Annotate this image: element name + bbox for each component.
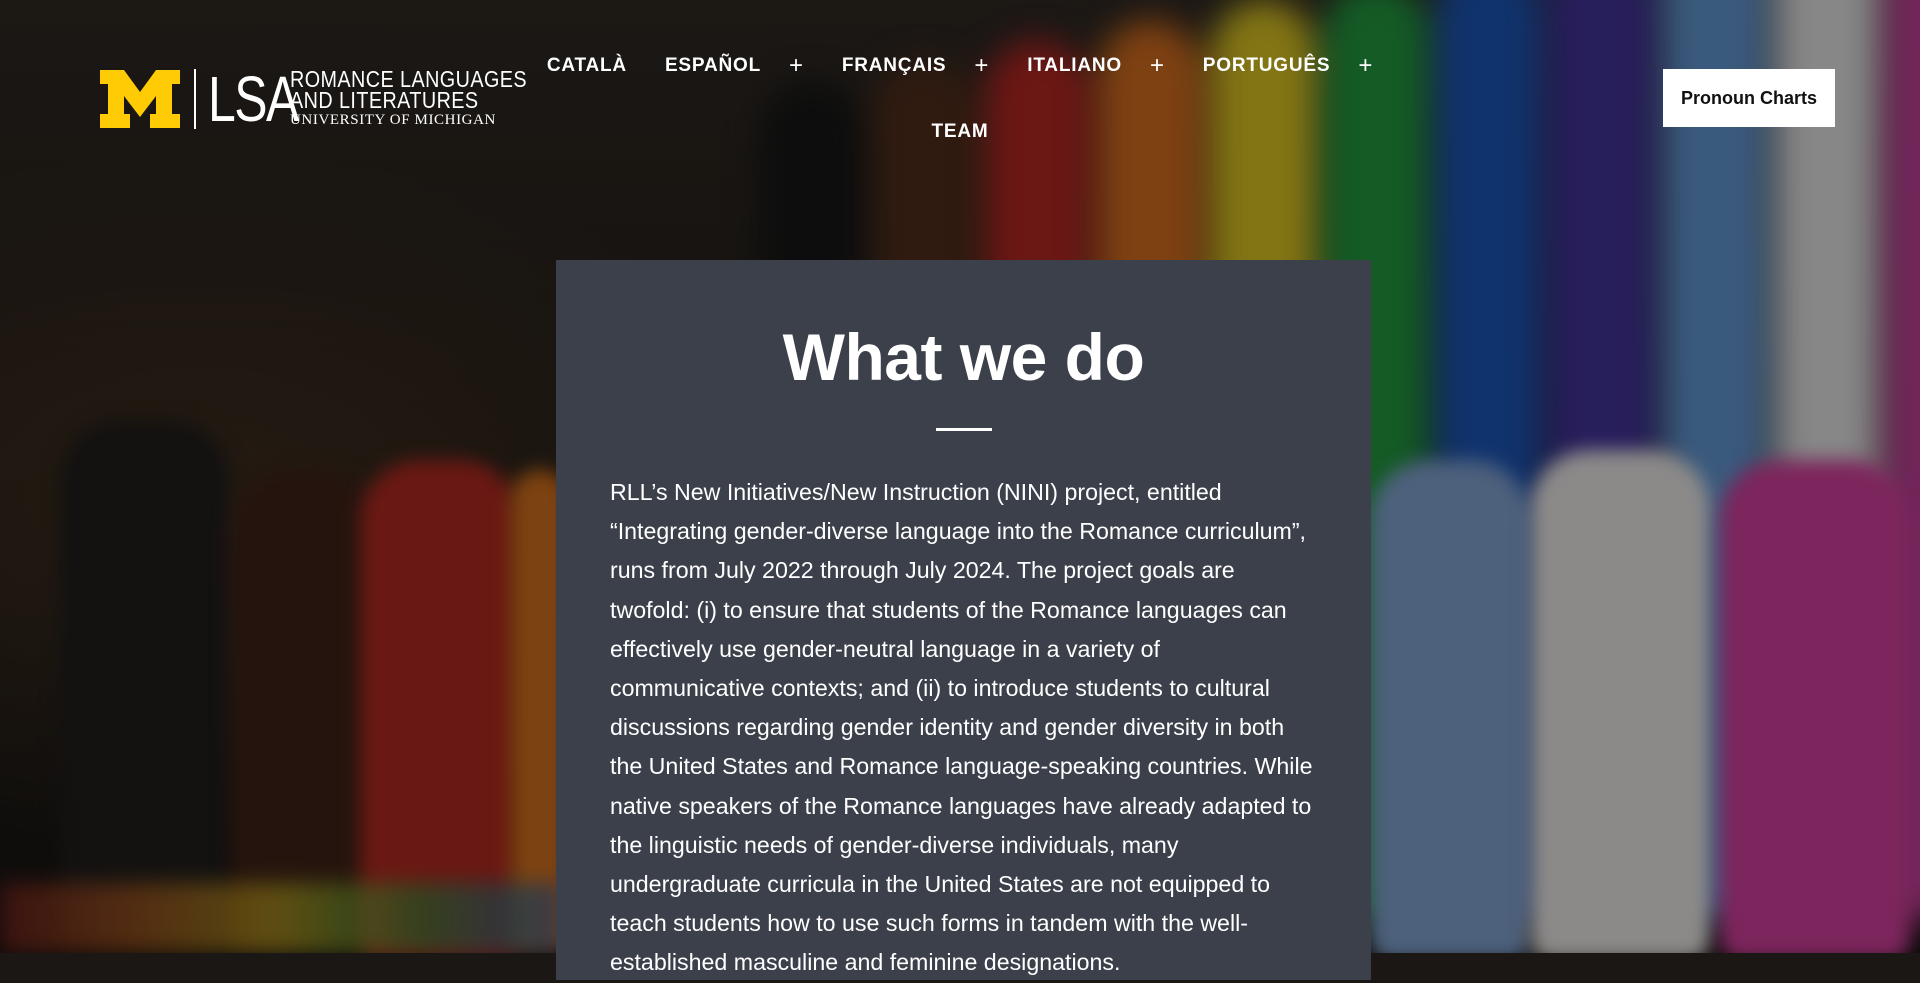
logo-department-name: ROMANCE LANGUAGES AND LITERATURES UNIVER… bbox=[290, 68, 566, 129]
nav-item-catala[interactable]: CATALÀ bbox=[547, 55, 627, 77]
title-divider bbox=[935, 428, 992, 431]
plus-icon[interactable]: + bbox=[1358, 54, 1373, 78]
nav-item-francais[interactable]: FRANÇAIS + bbox=[842, 54, 989, 78]
logo-lsa-wordmark: LSA bbox=[208, 63, 299, 135]
nav-item-italiano[interactable]: ITALIANO + bbox=[1027, 54, 1165, 78]
logo-line-3: UNIVERSITY OF MICHIGAN bbox=[290, 112, 496, 128]
section-title: What we do bbox=[782, 320, 1145, 394]
nav-item-label: CATALÀ bbox=[546, 55, 627, 76]
block-m-logo bbox=[100, 70, 180, 128]
main-navigation: CATALÀ ESPAÑOL + FRANÇAIS + ITALIANO + P… bbox=[530, 48, 1390, 150]
block-m-shape bbox=[100, 70, 180, 128]
logo-divider bbox=[194, 69, 196, 129]
pronoun-charts-button[interactable]: Pronoun Charts bbox=[1663, 69, 1835, 127]
site-logo-link[interactable]: LSA ROMANCE LANGUAGES AND LITERATURES UN… bbox=[100, 63, 566, 135]
what-we-do-card: What we do RLL’s New Initiatives/New Ins… bbox=[556, 260, 1371, 980]
nav-item-label: PORTUGUÊS bbox=[1202, 55, 1331, 76]
plus-icon[interactable]: + bbox=[789, 54, 804, 78]
nav-row-2: TEAM bbox=[530, 114, 1390, 150]
plus-icon[interactable]: + bbox=[974, 54, 989, 78]
nav-item-label: FRANÇAIS bbox=[841, 55, 947, 76]
nav-item-label: ESPAÑOL bbox=[664, 55, 761, 76]
nav-item-espanol[interactable]: ESPAÑOL + bbox=[665, 54, 804, 78]
nav-item-portugues[interactable]: PORTUGUÊS + bbox=[1203, 54, 1373, 78]
nav-row-1: CATALÀ ESPAÑOL + FRANÇAIS + ITALIANO + P… bbox=[530, 48, 1390, 84]
logo-line-2: AND LITERATURES bbox=[290, 87, 479, 113]
plus-icon[interactable]: + bbox=[1150, 54, 1165, 78]
nav-item-team[interactable]: TEAM bbox=[931, 121, 988, 143]
nav-item-label: TEAM bbox=[931, 121, 989, 142]
section-body-text: RLL’s New Initiatives/New Instruction (N… bbox=[610, 479, 1313, 976]
nav-item-label: ITALIANO bbox=[1027, 55, 1122, 76]
